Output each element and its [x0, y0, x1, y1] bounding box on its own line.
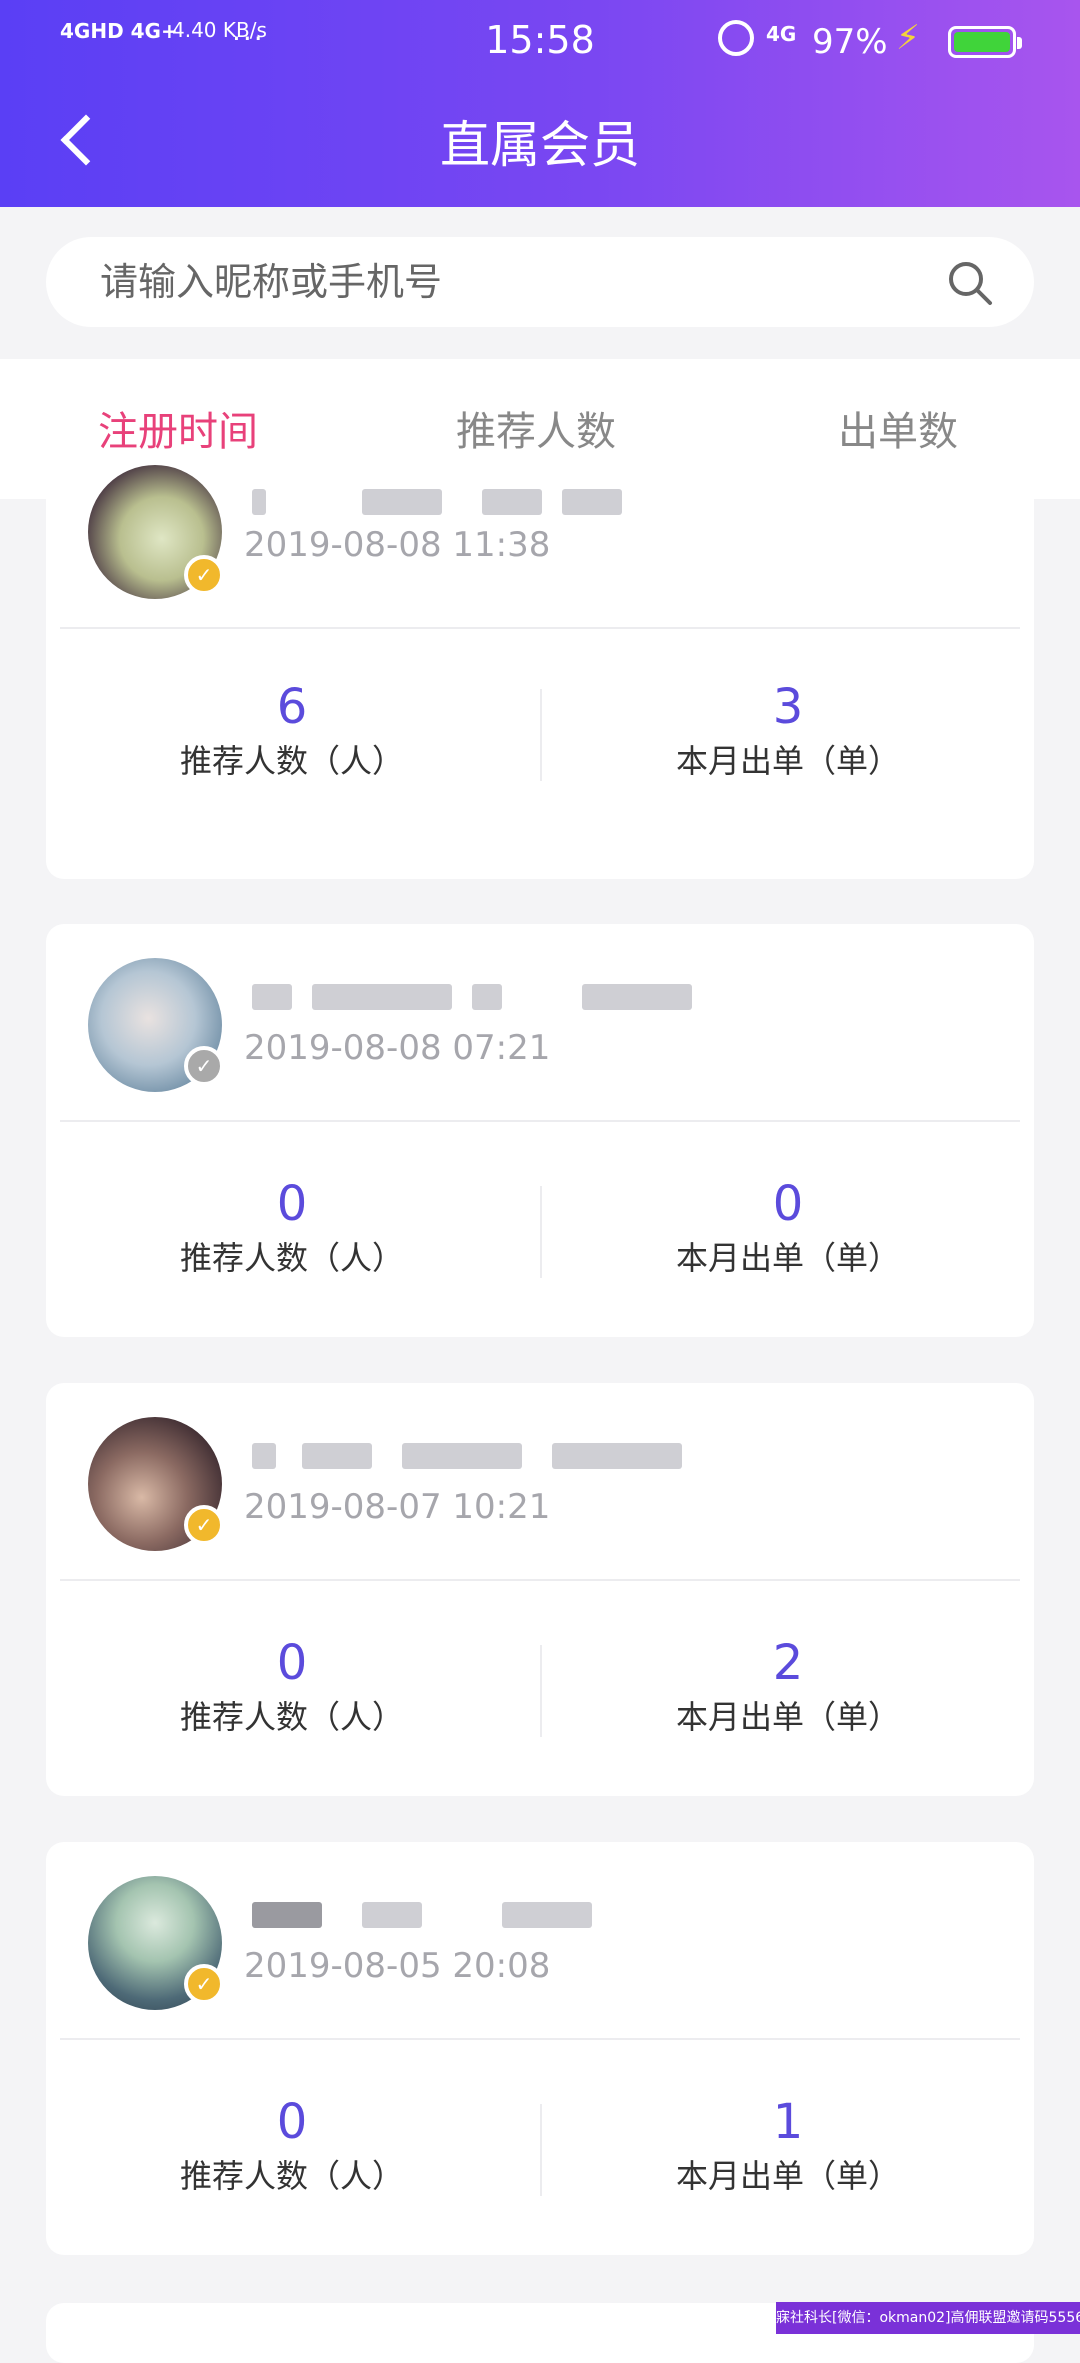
tab-recommend-count[interactable]: 推荐人数 [456, 407, 616, 457]
member-badge-icon: ✓ [184, 1964, 224, 2004]
recommend-count: 0 [276, 1635, 308, 1691]
recommend-count-label: 推荐人数（人） [179, 2157, 404, 2195]
stat-divider [540, 1186, 542, 1278]
stat-divider [540, 2104, 542, 2196]
member-badge-icon: ✓ [184, 1046, 224, 1086]
register-time: 2019-08-08 11:38 [244, 525, 551, 565]
member-card[interactable]: ✓ 2019-08-07 10:21 0 推荐人数（人） 2 本月出单（单） [46, 1383, 1034, 1796]
monthly-orders: 0 [772, 1176, 804, 1232]
watermark-note: 寐社科长[微信：okman02]高佣联盟邀请码555666 [776, 2302, 1080, 2334]
recommend-count-label: 推荐人数（人） [179, 1239, 404, 1277]
nickname-blurred [252, 1892, 712, 1936]
card-divider [60, 1120, 1020, 1122]
register-time: 2019-08-07 10:21 [244, 1487, 551, 1527]
tab-order-count[interactable]: 出单数 [838, 407, 958, 457]
member-badge-icon: ✓ [184, 555, 224, 595]
monthly-orders-label: 本月出单（单） [675, 1698, 900, 1736]
register-time: 2019-08-05 20:08 [244, 1946, 551, 1986]
recommend-count-label: 推荐人数（人） [179, 742, 404, 780]
search-input[interactable] [100, 237, 920, 327]
page-title: 直属会员 [440, 116, 640, 174]
monthly-orders: 1 [772, 2094, 804, 2150]
battery-icon [948, 26, 1022, 58]
monthly-orders-label: 本月出单（单） [675, 1239, 900, 1277]
search-section [0, 207, 1080, 359]
recommend-count-label: 推荐人数（人） [179, 1698, 404, 1736]
card-divider [60, 1579, 1020, 1581]
nickname-blurred [252, 479, 712, 523]
recommend-count: 0 [276, 2094, 308, 2150]
stat-divider [540, 689, 542, 781]
member-card[interactable]: ✓ 2019-08-08 07:21 0 推荐人数（人） 0 本月出单（单） [46, 924, 1034, 1337]
monthly-orders-label: 本月出单（单） [675, 742, 900, 780]
member-card[interactable]: ✓ 2019-08-05 20:08 0 推荐人数（人） 1 本月出单（单） [46, 1842, 1034, 2255]
monthly-orders: 2 [772, 1635, 804, 1691]
recommend-count: 6 [276, 679, 308, 735]
nickname-blurred [252, 1433, 712, 1477]
register-time: 2019-08-08 07:21 [244, 1028, 551, 1068]
search-bar[interactable] [46, 237, 1034, 327]
app-header: 4GHD 4G+ 4.40 KB/s ··· 15:58 4G 97% ⚡ 直属… [0, 0, 1080, 207]
monthly-orders: 3 [772, 679, 804, 735]
member-card[interactable]: ✓ 2019-08-08 11:38 6 推荐人数（人） 3 本月出单（单） [46, 463, 1034, 879]
alarm-icon [718, 20, 754, 56]
search-icon[interactable] [942, 255, 998, 311]
nickname-blurred [252, 974, 712, 1018]
battery-percent: 97% [812, 22, 888, 62]
card-divider [60, 627, 1020, 629]
status-bar: 4GHD 4G+ 4.40 KB/s ··· 15:58 4G 97% ⚡ [0, 0, 1080, 84]
monthly-orders-label: 本月出单（单） [675, 2157, 900, 2195]
charging-icon: ⚡ [896, 18, 920, 58]
card-divider [60, 2038, 1020, 2040]
network-type: 4G [766, 22, 797, 46]
stat-divider [540, 1645, 542, 1737]
member-badge-icon: ✓ [184, 1505, 224, 1545]
tab-register-time[interactable]: 注册时间 [98, 407, 258, 457]
recommend-count: 0 [276, 1176, 308, 1232]
